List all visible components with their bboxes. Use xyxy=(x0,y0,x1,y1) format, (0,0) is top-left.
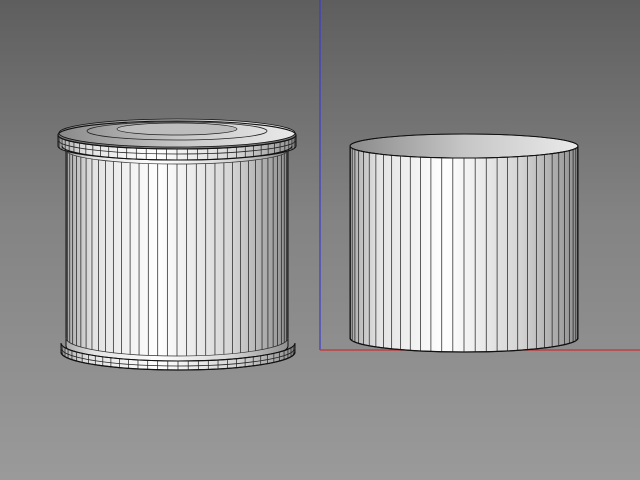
plain-cylinder-object[interactable] xyxy=(349,133,579,353)
detailed-can-object[interactable] xyxy=(57,118,297,371)
3d-viewport[interactable] xyxy=(0,0,640,480)
viewport-scene[interactable] xyxy=(0,0,640,480)
can-top-inner-ring-2 xyxy=(116,122,238,136)
